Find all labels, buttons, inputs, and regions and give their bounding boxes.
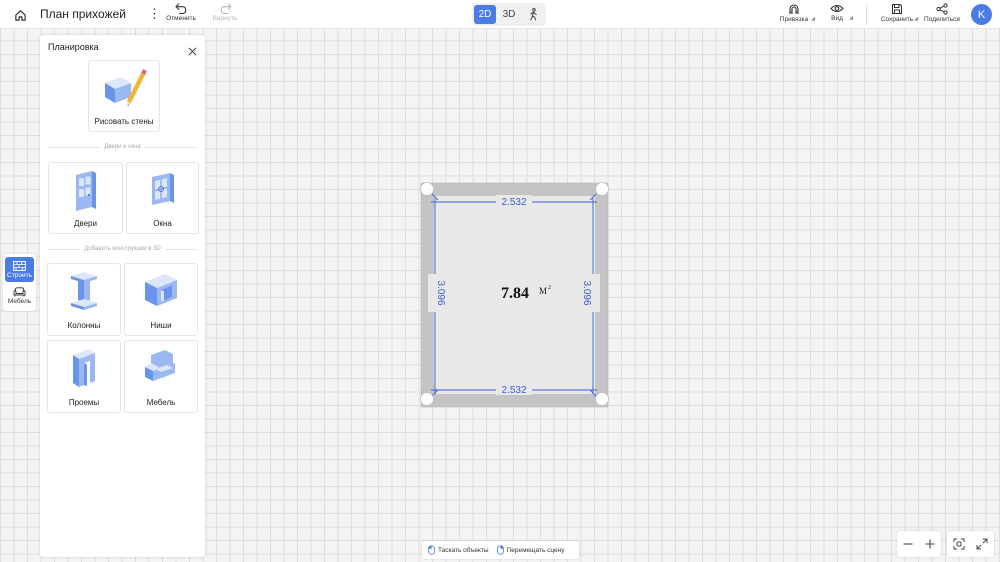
snap-button[interactable]: Привязка ◢	[776, 3, 815, 23]
opening-icon	[73, 349, 95, 387]
columns-label: Колонны	[67, 321, 101, 330]
doors-card[interactable]: Двери	[48, 162, 123, 234]
save-button[interactable]: Сохранить ◢	[879, 3, 918, 23]
toolbar-divider	[866, 5, 867, 25]
view-label: Вид	[831, 15, 843, 22]
dimension-left[interactable]: 3.096	[435, 280, 446, 305]
save-label: Сохранить	[880, 16, 914, 23]
hint-move-scene-label: Перемещать сцену	[506, 546, 565, 554]
dimension-top[interactable]: 2.532	[501, 197, 526, 208]
columns-card[interactable]: Колонны	[47, 263, 121, 336]
magnet-icon	[789, 4, 799, 14]
left-mode-bar: Строить Мебель	[3, 254, 36, 311]
window-icon	[151, 173, 174, 205]
corner-handle-top-left[interactable]	[420, 182, 434, 196]
dimension-right[interactable]: 3.096	[581, 280, 592, 305]
column-icon	[71, 272, 97, 310]
plus-icon	[925, 539, 935, 549]
room-drawing: 2.532 2.532 3.096 3.096 7.84 M 2	[420, 182, 609, 408]
dropdown-corner-icon: ◢	[811, 16, 815, 22]
fit-to-screen-button[interactable]	[951, 536, 967, 552]
home-icon	[14, 9, 26, 21]
dropdown-corner-icon: ◢	[849, 15, 853, 21]
doors-label: Двери	[74, 219, 97, 228]
section-divider-doors-windows: Двери и окна	[48, 142, 198, 152]
more-menu-button[interactable]: ⋮	[148, 6, 161, 24]
draw-walls-label: Рисовать стены	[94, 117, 154, 126]
zoom-in-button[interactable]	[922, 536, 938, 552]
share-label: Поделиться	[924, 16, 960, 23]
project-title[interactable]: План прихожей	[40, 7, 126, 21]
redo-button[interactable]: Вернуть	[208, 3, 242, 22]
snap-label: Привязка	[779, 16, 809, 23]
view-3d-button[interactable]: 3D	[498, 5, 520, 24]
niches-card[interactable]: Ниши	[124, 263, 198, 336]
draw-walls-card[interactable]: Рисовать стены	[88, 60, 160, 132]
draw-walls-icon	[105, 69, 147, 106]
share-button[interactable]: Поделиться	[922, 3, 962, 23]
openings-card[interactable]: Проемы	[47, 340, 121, 413]
furniture-card[interactable]: Мебель	[124, 340, 198, 413]
zoom-out-button[interactable]	[900, 536, 916, 552]
mode-build-label: Строить	[7, 271, 32, 279]
redo-label: Вернуть	[212, 15, 238, 22]
redo-icon	[220, 3, 232, 14]
hint-move-scene: Перемещать сцену	[496, 545, 565, 555]
layout-panel: Планировка Рисовать стены Двери и окна Д…	[40, 35, 205, 557]
walkthrough-button[interactable]	[522, 5, 544, 24]
top-toolbar: План прихожей ⋮ Отменить Вернуть 2D 3D П…	[0, 0, 1000, 29]
floppy-disk-icon	[892, 4, 902, 14]
furniture-label: Мебель	[146, 398, 176, 407]
panel-close-button[interactable]	[188, 43, 198, 56]
undo-icon	[174, 3, 186, 14]
area-unit-sup: 2	[548, 285, 551, 291]
view-fit-controls	[947, 531, 994, 557]
close-icon	[188, 47, 197, 56]
armchair-icon	[145, 350, 175, 381]
home-button[interactable]	[10, 5, 30, 25]
mouse-left-icon	[428, 545, 435, 555]
dimension-bottom[interactable]: 2.532	[501, 385, 526, 396]
dropdown-corner-icon: ◢	[914, 16, 918, 22]
view-options-button[interactable]: Вид ◢	[824, 3, 853, 22]
share-icon	[936, 3, 948, 15]
hint-drag-objects-label: Таскать объекты	[438, 546, 489, 554]
section-title-constructions: Добавить конструкции в 3D	[84, 246, 161, 252]
mode-furniture-button[interactable]: Мебель	[5, 283, 34, 308]
panel-title: Планировка	[48, 42, 99, 52]
sofa-icon	[13, 286, 26, 296]
section-divider-constructions: Добавить конструкции в 3D	[48, 244, 197, 254]
corner-handle-bottom-right[interactable]	[595, 392, 609, 406]
fullscreen-button[interactable]	[974, 536, 990, 552]
niche-icon	[145, 274, 177, 306]
corner-handle-top-right[interactable]	[595, 182, 609, 196]
expand-icon	[976, 538, 988, 550]
walking-person-icon	[529, 8, 537, 21]
mode-furniture-label: Мебель	[7, 297, 32, 305]
focus-frame-icon	[953, 538, 965, 550]
section-title-doors-windows: Двери и окна	[104, 144, 141, 150]
mouse-right-icon	[496, 545, 504, 555]
area-unit: M	[539, 286, 547, 296]
view-2d-button[interactable]: 2D	[474, 5, 496, 24]
door-icon	[75, 171, 96, 211]
minus-icon	[903, 543, 913, 545]
undo-button[interactable]: Отменить	[164, 3, 198, 22]
mode-build-button[interactable]: Строить	[5, 257, 34, 282]
room-plan[interactable]: 2.532 2.532 3.096 3.096 7.84 M 2	[418, 180, 610, 410]
undo-label: Отменить	[166, 15, 196, 22]
hint-drag-objects: Таскать объекты	[428, 545, 489, 555]
mouse-hint-bar: Таскать объекты Перемещать сцену	[422, 541, 579, 559]
corner-handle-bottom-left[interactable]	[420, 392, 434, 406]
eye-icon	[830, 4, 844, 13]
room-area: 7.84	[501, 285, 529, 302]
windows-card[interactable]: Окна	[126, 162, 199, 234]
view-mode-switch: 2D 3D	[472, 3, 546, 26]
zoom-controls	[897, 531, 941, 557]
openings-label: Проемы	[68, 398, 100, 407]
windows-label: Окна	[153, 219, 172, 228]
wall-grid-icon	[13, 260, 26, 271]
niches-label: Ниши	[150, 321, 172, 330]
avatar[interactable]: K	[971, 4, 992, 25]
